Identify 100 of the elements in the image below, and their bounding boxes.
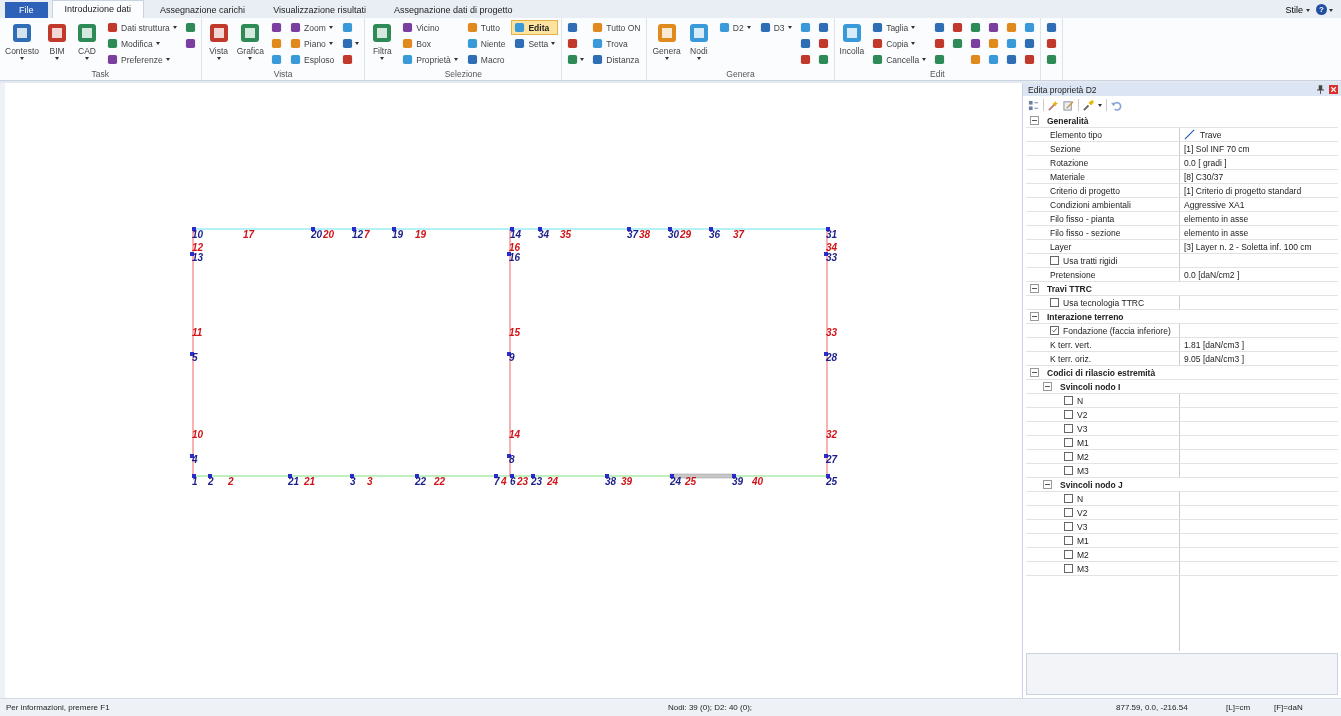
checkbox[interactable] xyxy=(1064,536,1073,545)
ribbon-button[interactable]: D3 xyxy=(756,20,795,35)
node-marker[interactable] xyxy=(627,227,631,231)
checkbox[interactable] xyxy=(1064,494,1073,503)
node-marker[interactable] xyxy=(494,474,498,478)
node-marker[interactable] xyxy=(824,252,828,256)
node-marker[interactable] xyxy=(392,227,396,231)
node-marker[interactable] xyxy=(507,252,511,256)
collapse-icon[interactable] xyxy=(1030,368,1039,377)
ribbon-button[interactable]: Filtra xyxy=(368,20,397,69)
ribbon-button[interactable]: Vista xyxy=(204,20,233,69)
node-marker[interactable] xyxy=(732,474,736,478)
node-number: 20 xyxy=(311,229,323,240)
node-marker[interactable] xyxy=(208,474,212,478)
collapse-icon[interactable] xyxy=(1030,312,1039,321)
node-marker[interactable] xyxy=(826,227,830,231)
style-menu[interactable]: Stile xyxy=(1283,2,1312,18)
edit-icon[interactable] xyxy=(1063,99,1074,111)
node-marker[interactable] xyxy=(670,474,674,478)
element-number: 32 xyxy=(826,429,838,440)
checkbox[interactable] xyxy=(1064,550,1073,559)
collapse-icon[interactable] xyxy=(1030,284,1039,293)
close-icon[interactable] xyxy=(1329,85,1338,94)
checkbox[interactable] xyxy=(1050,326,1059,335)
ribbon-button[interactable]: Esploso xyxy=(287,52,338,67)
ribbon-tab[interactable]: Introduzione dati xyxy=(51,0,145,18)
node-marker[interactable] xyxy=(288,474,292,478)
ribbon-button[interactable]: Vicino xyxy=(399,20,461,35)
ribbon-button[interactable]: Taglia xyxy=(869,20,930,35)
ribbon-button[interactable]: Cancella xyxy=(869,52,930,67)
ribbon-button[interactable]: Edita xyxy=(511,20,559,35)
brush-icon[interactable] xyxy=(1083,99,1094,111)
node-marker[interactable] xyxy=(824,454,828,458)
node-marker[interactable] xyxy=(668,227,672,231)
checkbox[interactable] xyxy=(1064,466,1073,475)
ribbon-tab[interactable]: Assegnazione dati di progetto xyxy=(382,2,525,18)
checkbox[interactable] xyxy=(1064,508,1073,517)
ribbon-button[interactable]: Zoom xyxy=(287,20,338,35)
ribbon-button[interactable]: Copia xyxy=(869,36,930,51)
node-marker[interactable] xyxy=(350,474,354,478)
ribbon-button[interactable]: Piano xyxy=(287,36,338,51)
ribbon-button[interactable]: CAD xyxy=(73,20,102,69)
ribbon-button[interactable]: Genera xyxy=(650,20,683,69)
ribbon-button[interactable]: Setta xyxy=(511,36,559,51)
ribbon-tab[interactable]: Assegnazione carichi xyxy=(148,2,258,18)
checkbox[interactable] xyxy=(1064,424,1073,433)
file-tab[interactable]: File xyxy=(5,2,48,18)
node-marker[interactable] xyxy=(531,474,535,478)
collapse-icon[interactable] xyxy=(1043,382,1052,391)
checkbox[interactable] xyxy=(1064,396,1073,405)
node-marker[interactable] xyxy=(190,252,194,256)
element-number: 16 xyxy=(509,242,521,253)
node-marker[interactable] xyxy=(192,227,196,231)
node-marker[interactable] xyxy=(190,454,194,458)
wand-icon[interactable] xyxy=(1048,99,1059,111)
ribbon-button[interactable]: BIM xyxy=(43,20,72,69)
ribbon-button[interactable]: Box xyxy=(399,36,461,51)
ribbon-button[interactable]: Incolla xyxy=(837,20,867,69)
checkbox[interactable] xyxy=(1050,256,1059,265)
ribbon-button[interactable]: Preferenze xyxy=(104,52,180,67)
node-marker[interactable] xyxy=(190,352,194,356)
checkbox[interactable] xyxy=(1064,438,1073,447)
ribbon-button[interactable]: Tutto ON xyxy=(589,20,644,35)
pin-icon[interactable] xyxy=(1317,85,1324,94)
node-marker[interactable] xyxy=(192,474,196,478)
node-marker[interactable] xyxy=(507,352,511,356)
ribbon-button[interactable]: Nodi xyxy=(684,20,713,69)
ribbon-button[interactable]: Dati struttura xyxy=(104,20,180,35)
ribbon-button[interactable]: Trova xyxy=(589,36,644,51)
ribbon-button[interactable]: Macro xyxy=(463,52,509,67)
node-marker[interactable] xyxy=(826,474,830,478)
node-marker[interactable] xyxy=(510,227,514,231)
undo-icon[interactable] xyxy=(1111,99,1122,111)
ribbon-button[interactable]: Distanza xyxy=(589,52,644,67)
ribbon-button[interactable]: Proprietà xyxy=(399,52,461,67)
node-marker[interactable] xyxy=(538,227,542,231)
node-marker[interactable] xyxy=(709,227,713,231)
node-marker[interactable] xyxy=(352,227,356,231)
checkbox[interactable] xyxy=(1050,298,1059,307)
checkbox[interactable] xyxy=(1064,452,1073,461)
collapse-icon[interactable] xyxy=(1030,116,1039,125)
collapse-icon[interactable] xyxy=(1043,480,1052,489)
node-marker[interactable] xyxy=(824,352,828,356)
ribbon-button[interactable]: Contesto xyxy=(3,20,42,69)
sort-icon[interactable] xyxy=(1028,99,1039,111)
node-marker[interactable] xyxy=(311,227,315,231)
node-marker[interactable] xyxy=(415,474,419,478)
node-marker[interactable] xyxy=(507,454,511,458)
ribbon-button[interactable]: Modifica xyxy=(104,36,180,51)
checkbox[interactable] xyxy=(1064,564,1073,573)
node-marker[interactable] xyxy=(605,474,609,478)
node-marker[interactable] xyxy=(510,474,514,478)
help-button[interactable]: ? xyxy=(1316,4,1327,15)
ribbon-tab[interactable]: Visualizzazione risultati xyxy=(261,2,378,18)
ribbon-button[interactable]: Niente xyxy=(463,36,509,51)
ribbon-button[interactable]: Grafica xyxy=(234,20,267,69)
ribbon-button[interactable]: Tutto xyxy=(463,20,509,35)
ribbon-button[interactable]: D2 xyxy=(715,20,754,35)
checkbox[interactable] xyxy=(1064,410,1073,419)
checkbox[interactable] xyxy=(1064,522,1073,531)
